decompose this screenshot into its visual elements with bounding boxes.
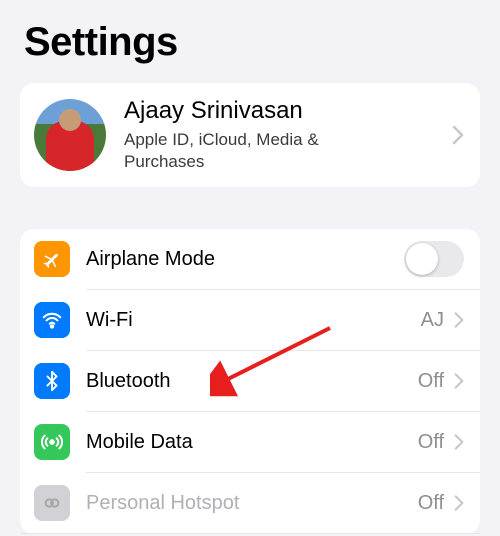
airplane-mode-label: Airplane Mode (86, 248, 404, 271)
wifi-icon (34, 302, 70, 338)
chevron-right-icon (454, 372, 464, 390)
wifi-value: AJ (421, 309, 444, 332)
chevron-right-icon (454, 494, 464, 512)
chevron-right-icon (452, 125, 464, 145)
bluetooth-value: Off (418, 370, 444, 393)
avatar (34, 99, 106, 171)
hotspot-icon (34, 485, 70, 521)
bluetooth-label: Bluetooth (86, 370, 418, 393)
mobile-data-value: Off (418, 431, 444, 454)
profile-card: Ajaay Srinivasan Apple ID, iCloud, Media… (20, 83, 480, 187)
personal-hotspot-label: Personal Hotspot (86, 492, 418, 515)
airplane-icon (34, 241, 70, 277)
mobile-data-icon (34, 424, 70, 460)
mobile-data-row[interactable]: Mobile Data Off (20, 412, 480, 472)
chevron-right-icon (454, 311, 464, 329)
apple-id-row[interactable]: Ajaay Srinivasan Apple ID, iCloud, Media… (20, 83, 480, 187)
chevron-right-icon (454, 433, 464, 451)
page-title: Settings (24, 20, 476, 65)
profile-name: Ajaay Srinivasan (124, 97, 452, 125)
profile-text: Ajaay Srinivasan Apple ID, iCloud, Media… (124, 97, 452, 173)
bluetooth-icon (34, 363, 70, 399)
profile-subtitle: Apple ID, iCloud, Media & Purchases (124, 129, 364, 173)
personal-hotspot-row[interactable]: Personal Hotspot Off (20, 473, 480, 533)
settings-header: Settings (0, 0, 500, 83)
settings-list: Airplane Mode Wi-Fi AJ Bluetooth Off Mob… (20, 229, 480, 534)
airplane-mode-toggle[interactable] (404, 241, 464, 277)
wifi-row[interactable]: Wi-Fi AJ (20, 290, 480, 350)
mobile-data-label: Mobile Data (86, 431, 418, 454)
personal-hotspot-value: Off (418, 492, 444, 515)
airplane-mode-row[interactable]: Airplane Mode (20, 229, 480, 289)
bluetooth-row[interactable]: Bluetooth Off (20, 351, 480, 411)
wifi-label: Wi-Fi (86, 309, 421, 332)
